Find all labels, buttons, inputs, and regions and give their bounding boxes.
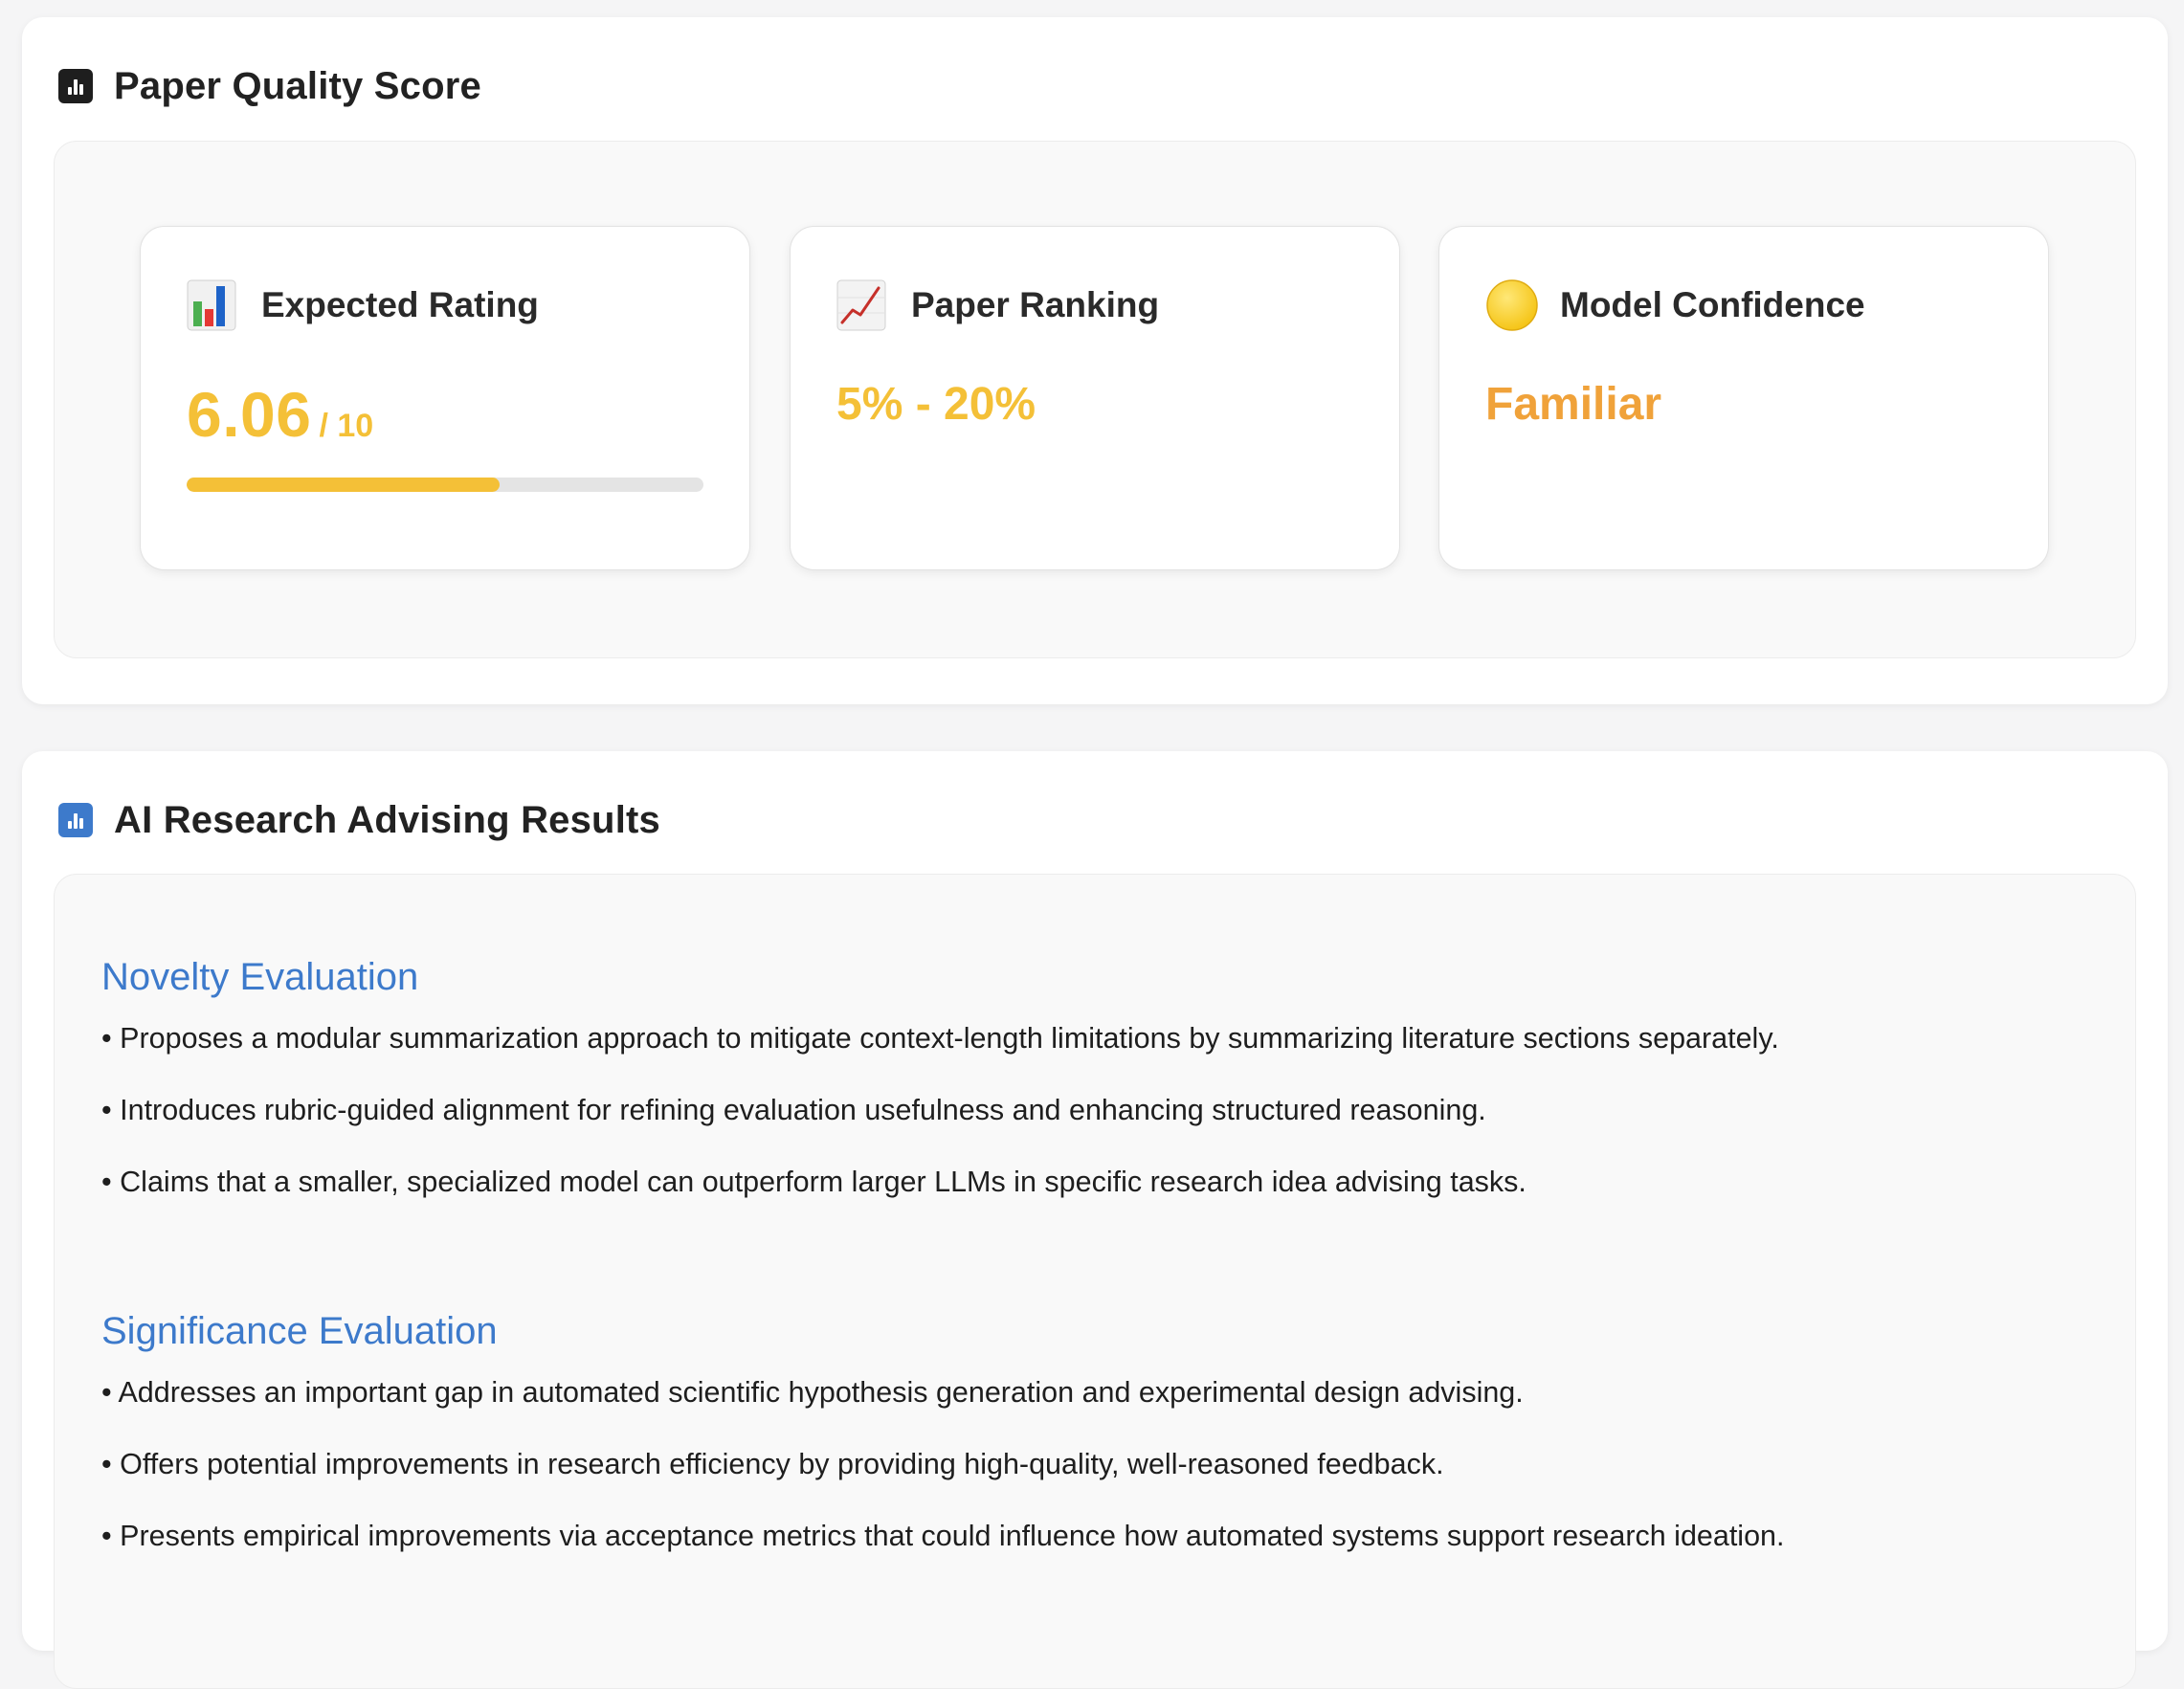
significance-bullet-2: • Offers potential improvements in resea… [101,1448,1444,1480]
paper-ranking-value: 5% - 20% [836,379,1036,430]
novelty-bullet-3: • Claims that a smaller, specialized mod… [101,1166,1527,1198]
model-confidence-card: Model Confidence Familiar [1438,226,2049,570]
expected-rating-scale: / 10 [319,408,374,444]
significance-evaluation-heading: Significance Evaluation [101,1310,498,1352]
bar-chart-icon [58,69,93,103]
model-confidence-label: Model Confidence [1560,285,1865,324]
expected-rating-label: Expected Rating [261,285,539,324]
model-confidence-value: Familiar [1485,379,1662,430]
expected-rating-card: Expected Rating 6.06 / 10 [140,226,750,570]
bar-chart-icon [58,803,93,837]
advising-results-panel: AI Research Advising Results Novelty Eva… [22,751,2168,1689]
expected-rating-progress-bar [187,478,703,492]
expected-rating-progress-fill [187,478,501,492]
paper-ranking-label: Paper Ranking [911,285,1160,324]
paper-ranking-card: Paper Ranking 5% - 20% [790,226,1400,570]
paper-quality-header: Paper Quality Score [58,57,481,115]
significance-bullet-1: • Addresses an important gap in automate… [101,1376,1524,1409]
expected-rating-value: 6.06 [187,379,312,450]
metrics-container: Expected Rating 6.06 / 10 Paper Ranking … [54,141,2136,658]
novelty-bullet-2: • Introduces rubric-guided alignment for… [101,1094,1486,1126]
novelty-evaluation-heading: Novelty Evaluation [101,956,419,998]
bar-chart-emoji-icon [187,278,236,332]
paper-quality-title: Paper Quality Score [114,64,481,107]
expected-rating-value-group: 6.06 / 10 [187,378,373,451]
significance-bullet-3: • Presents empirical improvements via ac… [101,1520,1785,1552]
trending-up-chart-icon [836,278,886,332]
advising-results-header: AI Research Advising Results [58,791,660,849]
advising-content: Novelty Evaluation • Proposes a modular … [54,874,2136,1689]
novelty-bullet-1: • Proposes a modular summarization appro… [101,1022,1779,1055]
paper-quality-panel: Paper Quality Score Expected Rating 6.06… [22,17,2168,704]
advising-results-title: AI Research Advising Results [114,798,660,841]
yellow-circle-icon [1485,278,1538,332]
